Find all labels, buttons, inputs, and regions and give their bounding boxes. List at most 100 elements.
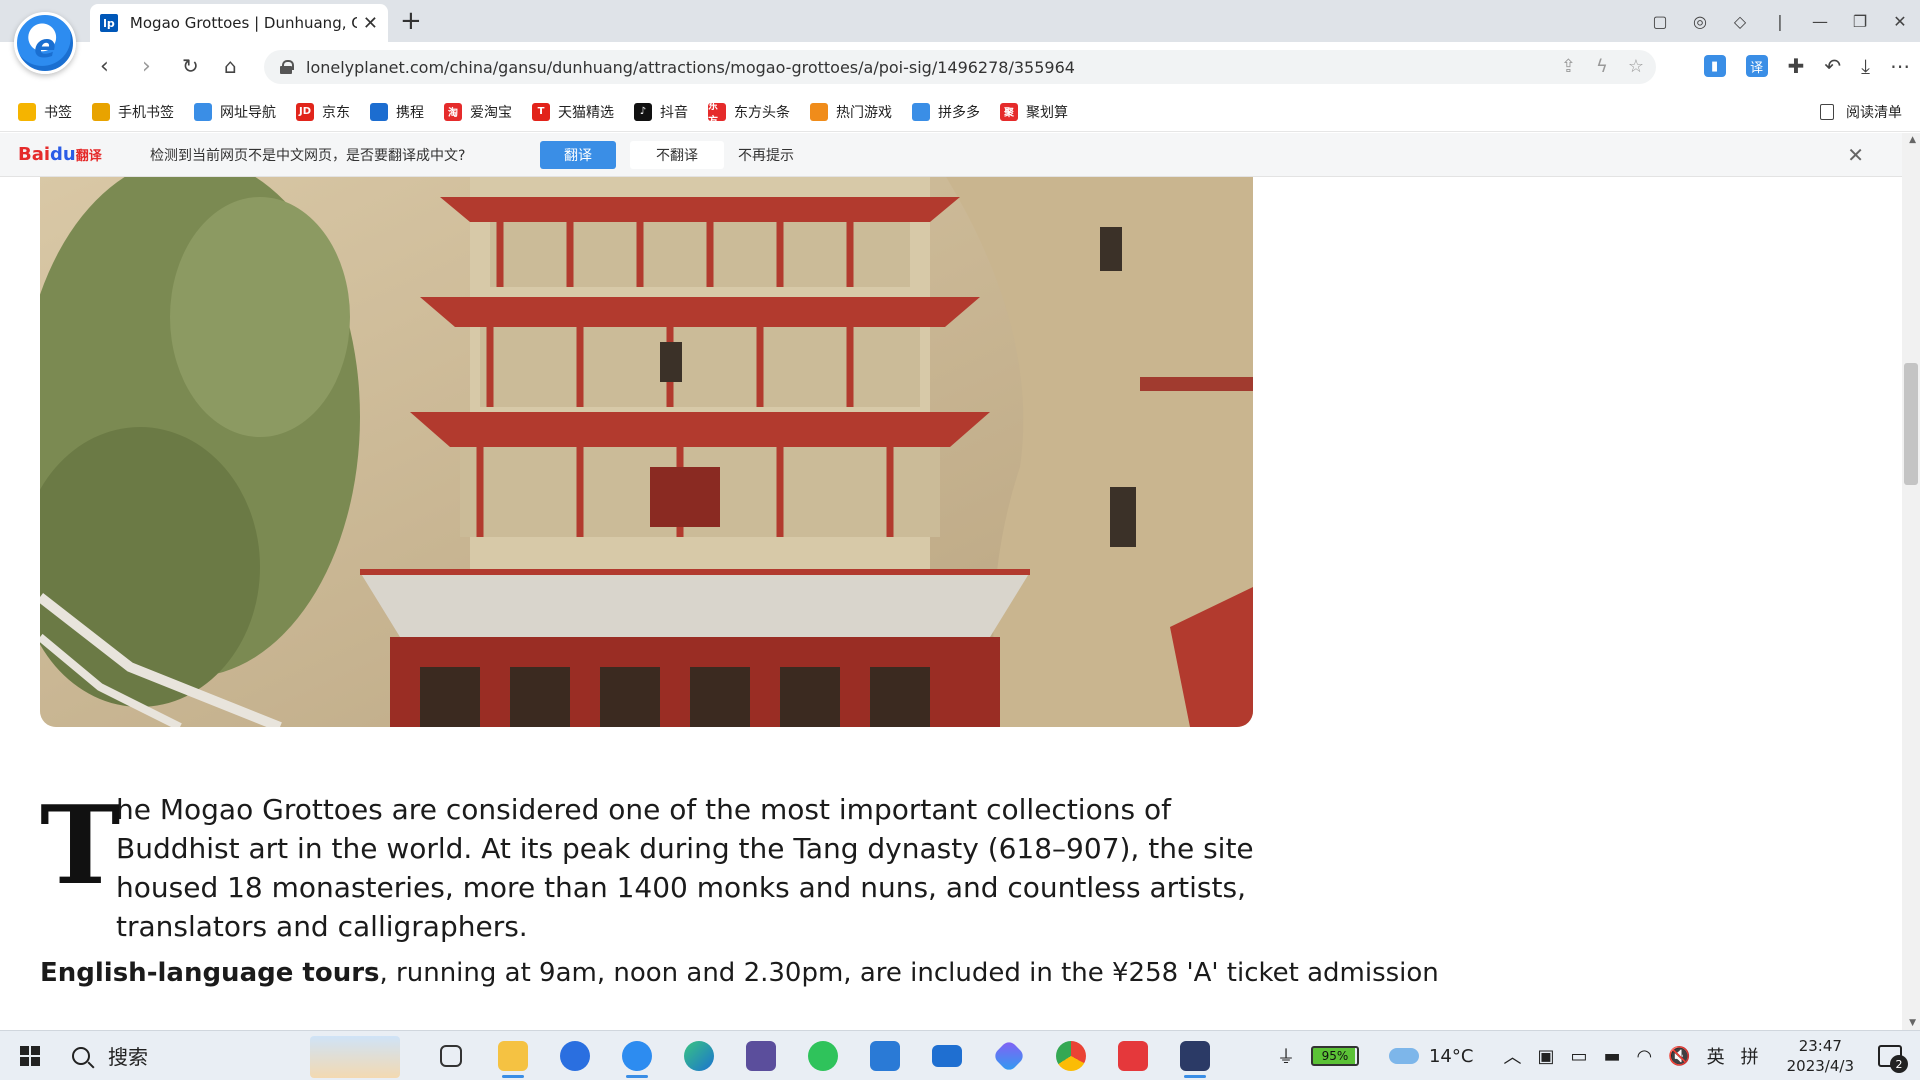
bookmark-item[interactable]: 携程 (370, 102, 424, 122)
lightning-icon[interactable]: ϟ (1596, 56, 1608, 77)
bookmark-item[interactable]: T 天猫精选 (532, 102, 614, 122)
tab-active[interactable]: lp Mogao Grottoes | Dunhuang, C ✕ (90, 4, 388, 42)
bookmark-item[interactable]: JD 京东 (296, 102, 350, 122)
browser-taskbar-icon[interactable] (606, 1032, 668, 1080)
sidebar-extension-icon[interactable]: ▮ (1703, 55, 1726, 77)
forward-icon[interactable]: › (142, 54, 151, 79)
wifi-icon[interactable]: ◠ (1636, 1046, 1652, 1067)
scroll-down-icon[interactable]: ▼ (1909, 1018, 1916, 1028)
extensions-icon[interactable]: ✚ (1788, 54, 1805, 78)
phone-bookmark-icon (92, 102, 110, 121)
clock-time: 23:47 (1798, 1037, 1842, 1055)
wechat-icon[interactable] (792, 1032, 854, 1080)
shirt-icon[interactable]: ◇ (1720, 12, 1760, 31)
new-tab-icon[interactable]: + (400, 6, 422, 36)
volume-muted-icon[interactable]: 🔇 (1668, 1046, 1690, 1067)
bookmark-item[interactable]: 手机书签 (92, 102, 174, 122)
file-explorer-icon[interactable] (482, 1032, 544, 1080)
tab-close-icon[interactable]: ✕ (363, 13, 378, 34)
tab-strip: e lp Mogao Grottoes | Dunhuang, C ✕ + ▢ … (0, 0, 1920, 74)
star-icon (18, 102, 36, 121)
close-window-icon[interactable]: ✕ (1880, 12, 1920, 31)
taobao-icon: 淘 (444, 102, 462, 121)
bookmark-item[interactable]: 拼多多 (912, 102, 980, 122)
start-button[interactable] (0, 1045, 60, 1066)
bookmark-item[interactable]: 网址导航 (194, 102, 276, 122)
toolbar-right: ▮ 译 ✚ ↶ ⤓ ⋯ (1703, 54, 1910, 78)
mogao-pagoda-illustration (40, 177, 1253, 727)
translate-close-icon[interactable]: ✕ (1847, 143, 1864, 167)
chrome-icon[interactable] (1040, 1032, 1102, 1080)
lonely-planet-favicon-icon: lp (100, 14, 118, 32)
app-blue-i-icon[interactable] (544, 1032, 606, 1080)
battery-tray-icon[interactable]: ▬ (1603, 1046, 1620, 1067)
taskbar-search[interactable]: 搜索 (60, 1032, 410, 1080)
game-icon[interactable]: ◎ (1680, 12, 1720, 31)
copilot-icon[interactable] (978, 1032, 1040, 1080)
reload-icon[interactable]: ↻ (182, 54, 199, 78)
url-text[interactable]: lonelyplanet.com/china/gansu/dunhuang/at… (306, 58, 1075, 77)
tray-app-icon[interactable]: ▣ (1537, 1046, 1554, 1067)
bookmark-item[interactable]: ♪ 抖音 (634, 102, 688, 122)
weather-widget[interactable]: 14°C (1388, 1045, 1474, 1067)
edge-icon[interactable] (668, 1032, 730, 1080)
bookmark-item[interactable]: 淘爱淘宝 (444, 102, 512, 122)
browser-logo-icon[interactable]: e (14, 12, 76, 74)
download-icon[interactable]: ⤓ (1861, 54, 1870, 78)
system-tray: ⏚ 95% 14°C ︿ ▣ ▭ ▬ ◠ 🔇 英 拼 23:47 2023/4/… (1277, 1031, 1920, 1080)
notification-icon[interactable]: 2 (1878, 1045, 1908, 1073)
wps-icon[interactable] (1102, 1032, 1164, 1080)
no-translate-button[interactable]: 不翻译 (630, 140, 724, 169)
bookmark-item[interactable]: 热门游戏 (810, 102, 892, 122)
intro-text: he Mogao Grottoes are considered one of … (116, 793, 1254, 943)
bookmark-label: 爱淘宝 (470, 104, 512, 121)
bookmark-item[interactable]: 东方 东方头条 (708, 101, 790, 127)
restore-icon[interactable]: ❐ (1840, 12, 1880, 31)
store-icon[interactable] (854, 1032, 916, 1080)
scroll-up-icon[interactable]: ▲ (1909, 135, 1916, 145)
lock-icon[interactable] (280, 60, 294, 74)
scroll-thumb[interactable] (1904, 363, 1918, 485)
bookmark-label: 网址导航 (220, 104, 276, 121)
translate-bar: Baidu翻译 检测到当前网页不是中文网页，是否要翻译成中文? 翻译 不翻译 不… (0, 133, 1902, 177)
home-icon[interactable]: ⌂ (224, 54, 237, 78)
ime-mode[interactable]: 拼 (1741, 1043, 1759, 1069)
never-show-button[interactable]: 不再提示 (738, 145, 794, 165)
undo-icon[interactable]: ↶ (1824, 54, 1841, 78)
clock[interactable]: 23:47 2023/4/3 (1787, 1036, 1854, 1076)
address-bar-row: ‹ › ↻ ⌂ lonelyplanet.com/china/gansu/dun… (0, 42, 1920, 92)
translate-extension-icon[interactable]: 译 (1745, 55, 1768, 77)
display-icon[interactable]: ▭ (1570, 1046, 1587, 1067)
windows-logo-icon (20, 1045, 40, 1066)
page-scrollbar[interactable]: ▲ ▼ (1902, 133, 1920, 1030)
cat-app-icon[interactable] (1164, 1032, 1226, 1080)
battery-indicator[interactable]: 95% (1310, 1046, 1359, 1066)
task-view-icon[interactable] (420, 1032, 482, 1080)
bookmark-label: 手机书签 (118, 104, 174, 121)
pdd-icon (912, 102, 930, 121)
temperature: 14°C (1428, 1045, 1474, 1067)
minimize-icon[interactable]: — (1800, 12, 1840, 31)
notification-count: 2 (1890, 1055, 1908, 1073)
ime-language[interactable]: 英 (1707, 1043, 1725, 1069)
tmall-icon: T (532, 102, 550, 121)
back-icon[interactable]: ‹ (100, 54, 109, 79)
more-menu-icon[interactable]: ⋯ (1890, 54, 1910, 78)
calculator-icon[interactable] (730, 1032, 792, 1080)
reading-list-icon (1820, 104, 1834, 120)
juhuasuan-icon: 聚 (1000, 102, 1018, 121)
reading-list-button[interactable]: 阅读清单 (1820, 102, 1902, 122)
bookmark-label: 抖音 (660, 104, 688, 121)
translate-button[interactable]: 翻译 (540, 140, 616, 169)
tours-heading: English-language tours (40, 958, 380, 988)
bookmark-item[interactable]: 聚聚划算 (1000, 102, 1068, 122)
logo-text-du: du (50, 144, 76, 165)
mail-icon[interactable] (916, 1032, 978, 1080)
bookmark-item[interactable]: 书签 (18, 102, 72, 122)
baidu-translate-logo: Baidu翻译 (18, 144, 138, 165)
share-icon[interactable]: ⇪ (1561, 56, 1576, 77)
url-bar[interactable]: lonelyplanet.com/china/gansu/dunhuang/at… (264, 50, 1656, 84)
tab-search-icon[interactable]: ▢ (1640, 12, 1680, 31)
star-icon[interactable]: ☆ (1628, 56, 1644, 77)
chevron-up-icon[interactable]: ︿ (1503, 1043, 1521, 1069)
